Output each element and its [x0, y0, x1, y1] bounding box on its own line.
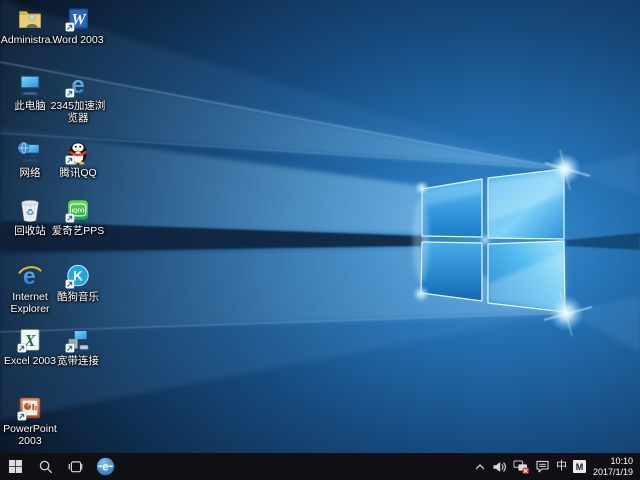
- shortcut-arrow-badge: [66, 23, 75, 32]
- chevron-up-icon: [474, 461, 486, 473]
- ime-mspy-button[interactable]: M: [570, 453, 589, 480]
- shortcut-arrow-badge: [66, 280, 75, 289]
- network-icon: [17, 139, 43, 165]
- desktop-icon-label: 酷狗音乐: [57, 291, 99, 303]
- word-icon: W: [65, 6, 91, 32]
- desktop-icon-label: 宽带连接: [57, 355, 99, 367]
- start-button[interactable]: [0, 453, 30, 480]
- desktop-icon-label: Word 2003: [52, 34, 103, 46]
- iqiyi-pps-icon: iQIYI: [65, 197, 91, 223]
- shortcut-arrow-badge: [66, 214, 75, 223]
- internet-explorer-icon: e: [17, 263, 43, 289]
- shortcut-arrow-badge: [66, 156, 75, 165]
- search-button[interactable]: [30, 453, 60, 480]
- desktop-icon-label: Excel 2003: [4, 355, 56, 367]
- desktop-icon-label: 2345加速浏览器: [50, 100, 106, 124]
- shortcut-arrow-badge: [18, 344, 27, 353]
- ime-m-badge: M: [573, 460, 586, 473]
- taskbar: e: [0, 453, 640, 480]
- broadband-connection-icon: [65, 327, 91, 353]
- desktop-icon-kugou-music[interactable]: K 酷狗音乐: [50, 263, 106, 303]
- taskbar-buttons: e: [0, 453, 120, 480]
- show-hidden-icons-button[interactable]: [471, 453, 489, 480]
- recycle-bin-icon: ♻: [17, 197, 43, 223]
- taskbar-clock[interactable]: 10:10 2017/1/19: [589, 456, 638, 477]
- svg-text:K: K: [73, 268, 83, 283]
- desktop-icon-label: 此电脑: [14, 100, 46, 112]
- desktop-icon-2345-browser[interactable]: e 2345加速浏览器: [50, 72, 106, 124]
- volume-button[interactable]: [489, 453, 510, 480]
- network-status-button[interactable]: [510, 453, 532, 480]
- taskbar-2345-explorer-button[interactable]: e: [90, 453, 120, 480]
- system-tray: 中 M 10:10 2017/1/19: [471, 453, 640, 480]
- ime-chinese-indicator: 中: [556, 453, 567, 480]
- svg-text:e: e: [102, 462, 108, 474]
- kugou-icon: K: [65, 263, 91, 289]
- shortcut-arrow-badge: [18, 412, 27, 421]
- excel-icon: X: [17, 327, 43, 353]
- task-view-button[interactable]: [60, 453, 90, 480]
- desktop-icon-tencent-qq[interactable]: 腾讯QQ: [50, 139, 106, 179]
- task-view-icon: [68, 459, 83, 474]
- action-center-button[interactable]: [532, 453, 553, 480]
- clock-date: 2017/1/19: [593, 467, 633, 478]
- ime-language-button[interactable]: 中: [553, 453, 570, 480]
- svg-text:♻: ♻: [26, 208, 34, 218]
- 2345-explorer-icon: e: [96, 457, 115, 476]
- desktop-icon-label: 回收站: [14, 225, 46, 237]
- network-disconnected-icon: [513, 459, 529, 474]
- desktop-icon-label: 腾讯QQ: [59, 167, 96, 179]
- chat-bubble-icon: [535, 459, 550, 474]
- shortcut-arrow-badge: [66, 344, 75, 353]
- desktop-icon-broadband[interactable]: 宽带连接: [50, 327, 106, 367]
- desktop-icon-label: PowerPoint 2003: [2, 423, 58, 447]
- shortcut-arrow-badge: [66, 89, 75, 98]
- svg-text:iQIYI: iQIYI: [72, 208, 85, 214]
- desktop-icon-label: 网络: [20, 167, 41, 179]
- speaker-icon: [492, 460, 507, 474]
- clock-time: 10:10: [593, 456, 633, 467]
- 2345-browser-icon: e: [65, 72, 91, 98]
- administrator-folder-icon: [17, 6, 43, 32]
- desktop-icon-iqiyi-pps[interactable]: iQIYI 爱奇艺PPS: [50, 197, 106, 237]
- desktop: Administra... W Word 2003: [0, 0, 640, 453]
- desktop-icon-word-2003[interactable]: W Word 2003: [50, 6, 106, 46]
- desktop-icon-powerpoint-2003[interactable]: PowerPoint 2003: [2, 395, 58, 447]
- desktop-icon-label: 爱奇艺PPS: [52, 225, 105, 237]
- this-pc-icon: [17, 72, 43, 98]
- powerpoint-icon: [17, 395, 43, 421]
- qq-penguin-icon: [65, 139, 91, 165]
- search-icon: [38, 459, 53, 474]
- windows-desktop-screen: Administra... W Word 2003: [0, 0, 640, 480]
- windows-start-icon: [8, 459, 23, 474]
